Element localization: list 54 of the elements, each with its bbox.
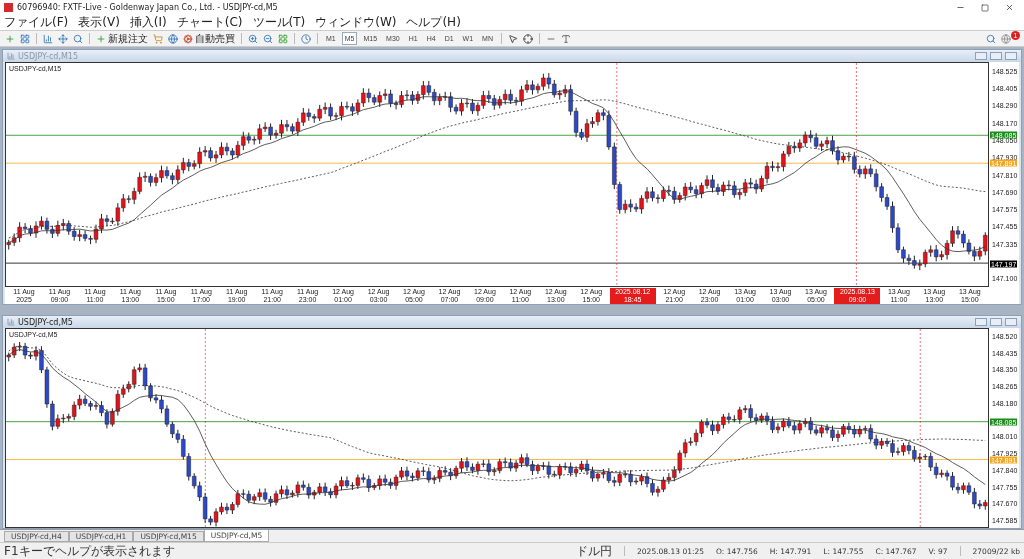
zoom-in-button[interactable] [247,32,259,45]
zoom-out-button[interactable] [262,32,274,45]
restore-button[interactable] [990,52,1002,60]
market-watch-button[interactable] [42,32,54,45]
periods-icon [301,33,311,44]
close-icon [1005,3,1014,12]
cursor-icon [507,33,518,44]
menu-item[interactable]: ヘルプ(H) [406,15,461,30]
close-button[interactable] [1005,318,1017,326]
restore-button[interactable] [990,318,1002,326]
plus-icon [96,33,106,44]
minimize-button[interactable] [975,318,987,326]
navigator-button[interactable] [57,32,69,45]
menu-item[interactable]: チャート(C) [176,15,243,30]
window-title: 60796940: FXTF-Live - Goldenway Japan Co., Ltd. - USDJPY-cd,M5 [17,3,279,12]
chart-icon [7,318,15,326]
profiles-icon [20,33,30,44]
zoom-in-icon [248,33,258,44]
market-watch-icon [43,33,53,44]
profiles-button[interactable] [19,32,31,45]
search-icon [73,33,83,44]
new-chart-icon [5,33,15,44]
periods-button[interactable] [300,32,312,45]
menu-item[interactable]: ウィンドウ(W) [315,15,397,30]
chart-icon [7,52,15,60]
help-text: F1キーでヘルプが表示されます [4,542,175,559]
app-logo-icon [4,3,13,12]
window-title: USDJPY-cd,M5 [18,317,74,327]
minimize-button[interactable] [975,52,987,60]
text-tool-button[interactable] [559,32,572,45]
menu-item[interactable]: 挿入(I) [129,15,167,30]
menu-item[interactable]: ファイル(F) [4,15,69,30]
tile-windows-button[interactable] [277,32,289,45]
globe-icon [1001,33,1011,44]
search-button[interactable] [985,32,997,45]
close-button[interactable] [1005,52,1017,60]
tile-windows-icon [278,33,288,44]
cursor-button[interactable] [506,32,519,45]
search-icon [986,33,996,44]
window-title: USDJPY-cd,M15 [18,51,80,61]
crosshair-button[interactable] [521,32,534,45]
text-tool-icon [560,33,571,44]
menu-item[interactable]: 表示(V) [78,15,120,30]
menu-item[interactable]: ツール(T) [252,15,306,30]
gear-icon [183,33,193,44]
auto-trading-button[interactable]: 自動売買 [182,32,236,45]
zoom-out-icon [263,33,273,44]
chat-button[interactable] [1000,32,1012,45]
new-order-button[interactable]: 新規注文 [95,32,149,45]
maximize-icon [981,3,989,12]
navigator-icon [58,33,68,44]
search-button[interactable] [72,32,84,45]
profile-name: ドル円 [576,542,613,559]
crosshair-icon [522,33,533,44]
